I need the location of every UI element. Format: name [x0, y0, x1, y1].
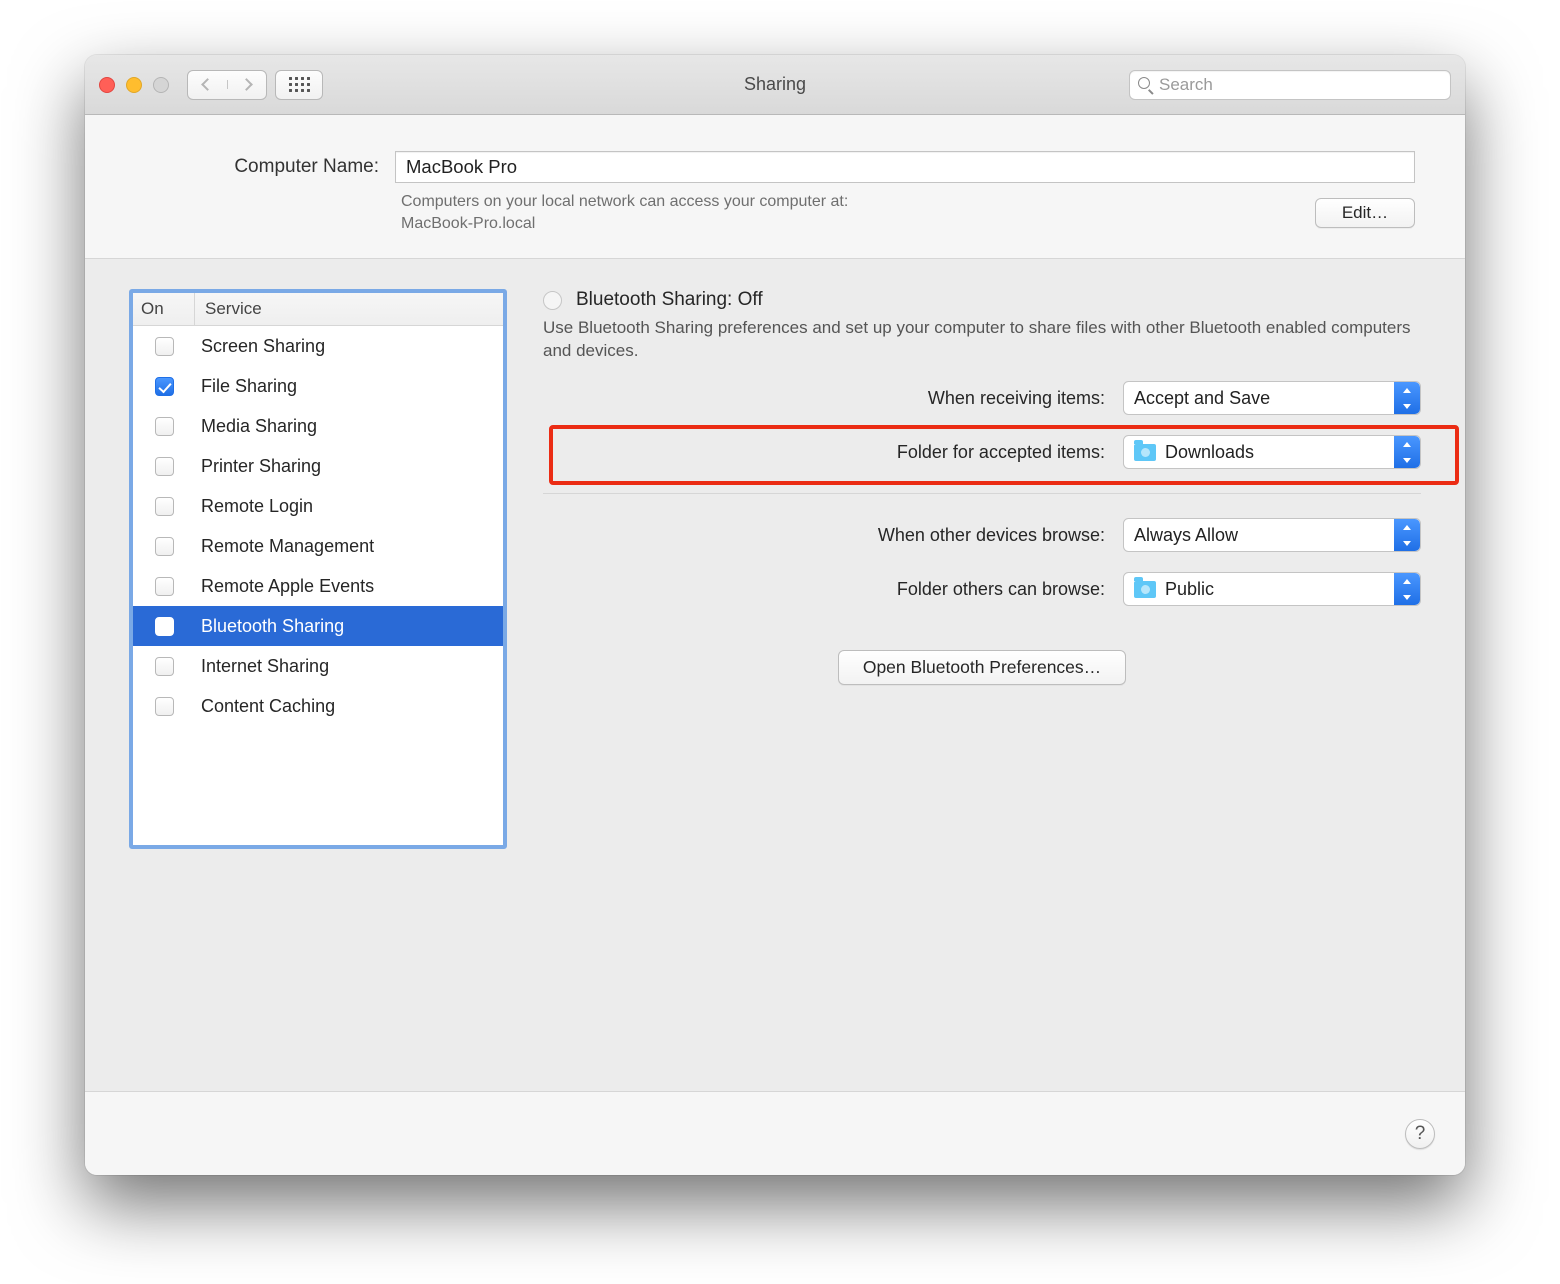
- service-label: Media Sharing: [195, 416, 503, 437]
- grid-icon: [289, 77, 310, 92]
- accepted-folder-label: Folder for accepted items:: [543, 442, 1105, 463]
- divider: [543, 493, 1421, 494]
- others-folder-popup[interactable]: Public: [1123, 572, 1421, 606]
- stepper-icon: [1394, 519, 1420, 551]
- service-row-bluetooth-sharing[interactable]: Bluetooth Sharing: [133, 606, 503, 646]
- service-label: Content Caching: [195, 696, 503, 717]
- options-group-2: When other devices browse: Always Allow …: [543, 518, 1421, 606]
- service-checkbox[interactable]: [155, 657, 174, 676]
- receiving-row: When receiving items: Accept and Save: [543, 381, 1421, 415]
- service-row-remote-management[interactable]: Remote Management: [133, 526, 503, 566]
- chevron-right-icon: [240, 78, 253, 91]
- service-label: Screen Sharing: [195, 336, 503, 357]
- service-checkbox[interactable]: [155, 337, 174, 356]
- bluetooth-sharing-heading: Bluetooth Sharing: Off: [576, 289, 763, 311]
- service-label: Printer Sharing: [195, 456, 503, 477]
- service-checkbox[interactable]: [155, 617, 174, 636]
- service-row-file-sharing[interactable]: File Sharing: [133, 366, 503, 406]
- browse-row: When other devices browse: Always Allow: [543, 518, 1421, 552]
- service-row-printer-sharing[interactable]: Printer Sharing: [133, 446, 503, 486]
- service-label: File Sharing: [195, 376, 503, 397]
- content-area: Computer Name: Computers on your local n…: [85, 115, 1465, 1175]
- service-label: Internet Sharing: [195, 656, 503, 677]
- service-checkbox[interactable]: [155, 537, 174, 556]
- nav-back-forward[interactable]: [187, 70, 267, 100]
- others-folder-row: Folder others can browse: Public: [543, 572, 1421, 606]
- folder-icon: [1134, 444, 1156, 461]
- stepper-icon: [1394, 573, 1420, 605]
- others-folder-value: Public: [1165, 579, 1214, 600]
- browse-label: When other devices browse:: [543, 525, 1105, 546]
- service-label: Remote Apple Events: [195, 576, 503, 597]
- minimize-icon[interactable]: [126, 77, 142, 93]
- service-row-remote-login[interactable]: Remote Login: [133, 486, 503, 526]
- service-label: Remote Management: [195, 536, 503, 557]
- search-icon: [1138, 77, 1153, 92]
- service-checkbox[interactable]: [155, 377, 174, 396]
- folder-icon: [1134, 581, 1156, 598]
- col-on: On: [133, 293, 195, 325]
- receiving-label: When receiving items:: [543, 388, 1105, 409]
- service-row-remote-apple-events[interactable]: Remote Apple Events: [133, 566, 503, 606]
- stepper-icon: [1394, 382, 1420, 414]
- options-group-1: When receiving items: Accept and Save Fo…: [543, 381, 1421, 469]
- service-row-internet-sharing[interactable]: Internet Sharing: [133, 646, 503, 686]
- help-line-1: Computers on your local network can acce…: [401, 193, 848, 210]
- forward-button[interactable]: [227, 80, 267, 89]
- service-checkbox[interactable]: [155, 577, 174, 596]
- receiving-value: Accept and Save: [1134, 388, 1270, 409]
- open-bluetooth-prefs-button[interactable]: Open Bluetooth Preferences…: [838, 650, 1126, 685]
- service-row-media-sharing[interactable]: Media Sharing: [133, 406, 503, 446]
- computer-name-input[interactable]: [395, 151, 1415, 183]
- sharing-prefs-window: Sharing Computer Name: Computers on your…: [85, 55, 1465, 1175]
- details-pane: Bluetooth Sharing: Off Use Bluetooth Sha…: [543, 289, 1421, 685]
- main-section: On Service Screen Sharing File Sharing Med…: [85, 259, 1465, 1091]
- service-row-screen-sharing[interactable]: Screen Sharing: [133, 326, 503, 366]
- accepted-folder-row: Folder for accepted items: Downloads: [543, 435, 1421, 469]
- service-checkbox[interactable]: [155, 497, 174, 516]
- accepted-folder-value: Downloads: [1165, 442, 1254, 463]
- edit-hostname-button[interactable]: Edit…: [1315, 198, 1415, 228]
- search-field-wrap[interactable]: [1129, 70, 1451, 100]
- browse-value: Always Allow: [1134, 525, 1238, 546]
- service-checkbox[interactable]: [155, 697, 174, 716]
- help-line-2: MacBook-Pro.local: [401, 215, 535, 232]
- service-checkbox[interactable]: [155, 457, 174, 476]
- service-label: Bluetooth Sharing: [195, 616, 503, 637]
- back-button[interactable]: [188, 80, 227, 89]
- col-service: Service: [195, 293, 503, 325]
- computer-name-label: Computer Name:: [135, 156, 385, 178]
- service-row-content-caching[interactable]: Content Caching: [133, 686, 503, 726]
- help-button[interactable]: ?: [1405, 1119, 1435, 1149]
- stepper-icon: [1394, 436, 1420, 468]
- footer: ?: [85, 1091, 1465, 1175]
- services-list[interactable]: On Service Screen Sharing File Sharing Med…: [129, 289, 507, 849]
- bluetooth-sharing-description: Use Bluetooth Sharing preferences and se…: [543, 317, 1421, 363]
- services-header: On Service: [133, 293, 503, 326]
- close-icon[interactable]: [99, 77, 115, 93]
- toolbar: Sharing: [85, 55, 1465, 115]
- receiving-popup[interactable]: Accept and Save: [1123, 381, 1421, 415]
- chevron-left-icon: [201, 78, 214, 91]
- question-icon: ?: [1415, 1123, 1426, 1145]
- service-label: Remote Login: [195, 496, 503, 517]
- accepted-folder-popup[interactable]: Downloads: [1123, 435, 1421, 469]
- computer-name-section: Computer Name: Computers on your local n…: [85, 115, 1465, 259]
- others-folder-label: Folder others can browse:: [543, 579, 1105, 600]
- service-checkbox[interactable]: [155, 417, 174, 436]
- status-radio-icon: [543, 291, 562, 310]
- window-controls: [99, 77, 169, 93]
- zoom-icon: [153, 77, 169, 93]
- computer-name-help: Computers on your local network can acce…: [401, 191, 1295, 234]
- browse-popup[interactable]: Always Allow: [1123, 518, 1421, 552]
- search-input[interactable]: [1159, 75, 1442, 95]
- show-all-button[interactable]: [275, 70, 323, 100]
- services-body: Screen Sharing File Sharing Media Sharing P…: [133, 326, 503, 845]
